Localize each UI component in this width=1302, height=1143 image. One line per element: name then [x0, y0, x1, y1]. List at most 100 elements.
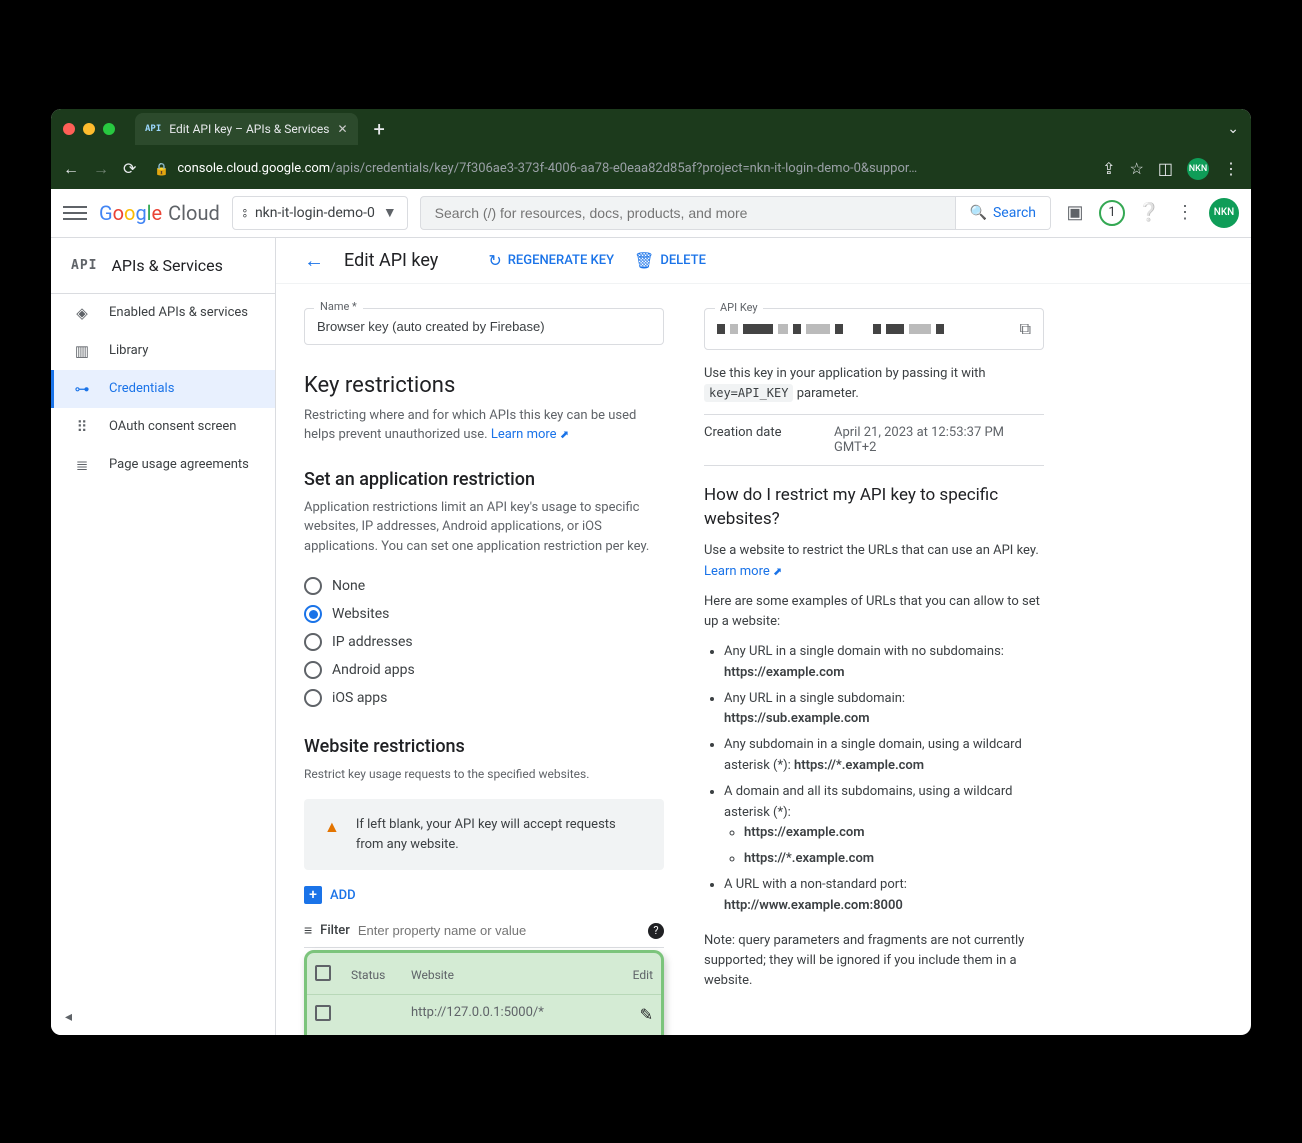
examples-intro: Here are some examples of URLs that you …	[704, 592, 1044, 632]
sidebar-item-oauth[interactable]: ⠿ OAuth consent screen	[51, 408, 275, 446]
cloud-shell-icon[interactable]: ▣	[1063, 202, 1087, 223]
radio-icon	[304, 661, 322, 679]
tab-favicon-icon: API	[145, 124, 161, 134]
col-status: Status	[343, 955, 403, 995]
sidebar-item-page-usage[interactable]: ≣ Page usage agreements	[51, 446, 275, 484]
creation-date-row: Creation date April 21, 2023 at 12:53:37…	[704, 414, 1044, 466]
library-icon: ▥	[73, 342, 91, 360]
notifications-counter[interactable]: 1	[1099, 200, 1125, 226]
content-body: Name * Key restrictions Restricting wher…	[276, 284, 1251, 1035]
learn-more-link[interactable]: Learn more ⬈	[704, 564, 782, 579]
app-restriction-title: Set an application restriction	[304, 469, 664, 490]
learn-more-link[interactable]: Learn more ⬈	[491, 427, 569, 442]
regenerate-button[interactable]: ↻ REGENERATE KEY	[488, 251, 614, 270]
share-icon[interactable]: ⇪	[1102, 159, 1115, 178]
add-button[interactable]: + ADD	[304, 886, 664, 904]
note-text: Note: query parameters and fragments are…	[704, 931, 1044, 991]
help-tooltip-icon[interactable]: ?	[648, 923, 664, 939]
search-button[interactable]: 🔍 Search	[955, 197, 1050, 229]
name-input[interactable]	[304, 308, 664, 345]
row-checkbox[interactable]	[315, 1005, 331, 1021]
name-field: Name *	[304, 308, 664, 345]
sidebar-item-label: Page usage agreements	[109, 457, 249, 472]
filter-label: Filter	[320, 923, 350, 938]
filter-row: ≡ Filter ?	[304, 914, 664, 948]
user-avatar[interactable]: NKN	[1209, 198, 1239, 228]
delete-button[interactable]: 🗑 DELETE	[634, 251, 706, 270]
profile-avatar[interactable]: NKN	[1187, 158, 1209, 180]
diamond-icon: ◈	[73, 304, 91, 322]
radio-ios[interactable]: iOS apps	[304, 684, 664, 712]
filter-input[interactable]	[358, 923, 640, 938]
tab-title: Edit API key – APIs & Services	[169, 122, 329, 136]
tab-list-icon[interactable]: ⌄	[1227, 121, 1239, 137]
external-link-icon: ⬈	[560, 428, 569, 441]
url-text: console.cloud.google.com/apis/credential…	[177, 161, 917, 176]
browser-tab[interactable]: API Edit API key – APIs & Services ✕	[135, 113, 358, 145]
list-item: https://*.example.com	[744, 849, 1044, 870]
radio-icon	[304, 605, 322, 623]
search-input[interactable]	[421, 205, 955, 221]
trash-icon: 🗑	[634, 251, 654, 270]
back-button[interactable]: ←	[63, 159, 79, 179]
radio-websites[interactable]: Websites	[304, 600, 664, 628]
url-bar: ← → ⟳ 🔒 console.cloud.google.com/apis/cr…	[51, 149, 1251, 189]
close-tab-icon[interactable]: ✕	[337, 122, 347, 136]
gcp-logo[interactable]: Google Cloud	[99, 201, 220, 225]
project-icon: ⦂	[243, 205, 247, 221]
sidebar-item-credentials[interactable]: ⊶ Credentials	[51, 370, 275, 408]
close-window-icon[interactable]	[63, 123, 75, 135]
select-all-checkbox[interactable]	[315, 965, 331, 981]
key-icon: ⊶	[73, 380, 91, 398]
content: ← Edit API key ↻ REGENERATE KEY 🗑 DELETE…	[276, 238, 1251, 1035]
list-item: Any subdomain in a single domain, using …	[724, 735, 1044, 777]
warning-icon: ▲	[324, 815, 340, 854]
copy-icon[interactable]: ⧉	[1020, 319, 1031, 339]
main-area: API APIs & Services ◈ Enabled APIs & ser…	[51, 238, 1251, 1035]
radio-android[interactable]: Android apps	[304, 656, 664, 684]
website-cell: http://127.0.0.1:5000/*	[403, 995, 617, 1035]
radio-group: None Websites IP addresses Android apps …	[304, 572, 664, 712]
url-input[interactable]: 🔒 console.cloud.google.com/apis/credenti…	[150, 161, 1088, 176]
more-icon[interactable]: ⋮	[1173, 202, 1197, 223]
reload-button[interactable]: ⟳	[123, 159, 136, 178]
refresh-icon: ↻	[488, 251, 501, 270]
page-title: Edit API key	[344, 250, 438, 271]
search-icon: 🔍	[970, 205, 987, 221]
external-link-icon: ⬈	[773, 565, 782, 578]
menu-icon[interactable]: ⋮	[1223, 159, 1239, 178]
collapse-sidebar-icon[interactable]: ◂	[65, 1009, 72, 1025]
plus-icon: +	[304, 886, 322, 904]
sidebar-item-label: OAuth consent screen	[109, 419, 236, 434]
project-picker[interactable]: ⦂ nkn-it-login-demo-0 ▼	[232, 196, 408, 230]
sidebar: API APIs & Services ◈ Enabled APIs & ser…	[51, 238, 276, 1035]
forward-button[interactable]: →	[93, 159, 109, 179]
maximize-window-icon[interactable]	[103, 123, 115, 135]
hamburger-icon[interactable]	[63, 201, 87, 225]
left-column: Name * Key restrictions Restricting wher…	[304, 308, 664, 1035]
website-table: Status Website Edit http://127.0.0.1:500…	[304, 950, 664, 1035]
radio-none[interactable]: None	[304, 572, 664, 600]
name-label: Name *	[314, 300, 363, 313]
tab-strip: API Edit API key – APIs & Services ✕ + ⌄	[51, 109, 1251, 149]
new-tab-button[interactable]: +	[368, 117, 391, 141]
sidebar-item-enabled-apis[interactable]: ◈ Enabled APIs & services	[51, 294, 275, 332]
back-arrow-icon[interactable]: ←	[304, 248, 324, 273]
window-controls	[63, 123, 115, 135]
list-item: A domain and all its subdomains, using a…	[724, 782, 1044, 870]
bookmark-icon[interactable]: ☆	[1130, 159, 1144, 178]
list-item: Any URL in a single domain with no subdo…	[724, 642, 1044, 684]
sidebar-item-library[interactable]: ▥ Library	[51, 332, 275, 370]
sidebar-item-label: Credentials	[109, 381, 174, 396]
app-restriction-desc: Application restrictions limit an API ke…	[304, 498, 664, 557]
website-restrictions-desc: Restrict key usage requests to the speci…	[304, 765, 664, 783]
project-name: nkn-it-login-demo-0	[255, 205, 375, 221]
radio-ip[interactable]: IP addresses	[304, 628, 664, 656]
list-item: Any URL in a single subdomain: https://s…	[724, 689, 1044, 731]
panel-icon[interactable]: ◫	[1158, 159, 1173, 178]
edit-icon[interactable]: ✎	[640, 1005, 653, 1024]
filter-icon: ≡	[304, 922, 312, 939]
help-icon[interactable]: ❔	[1137, 202, 1161, 223]
minimize-window-icon[interactable]	[83, 123, 95, 135]
api-key-label: API Key	[715, 301, 763, 314]
